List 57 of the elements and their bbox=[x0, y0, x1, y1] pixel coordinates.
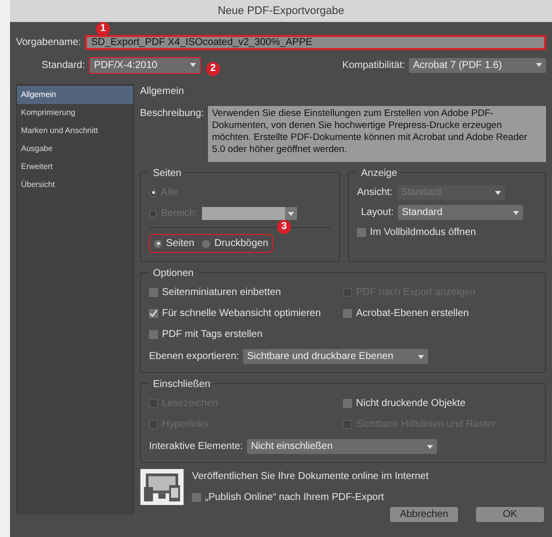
devices-icon bbox=[140, 469, 184, 505]
dropdown[interactable]: Sichtbare und druckbare Ebenen bbox=[243, 349, 428, 364]
dropdown[interactable]: Nicht einschließen bbox=[246, 439, 437, 454]
dropdown[interactable]: PDF/X-4:2010 bbox=[90, 58, 200, 72]
checkbox[interactable] bbox=[149, 330, 158, 339]
checkbox-label: PDF mit Tags erstellen bbox=[162, 328, 262, 342]
checkbox-label: Seitenminiaturen einbetten bbox=[162, 286, 281, 300]
radio-label: Seiten bbox=[166, 237, 194, 251]
caret-icon bbox=[418, 354, 424, 358]
field-label: Standard: bbox=[40, 58, 86, 72]
checkbox[interactable] bbox=[357, 228, 366, 237]
checkbox-label: Acrobat-Ebenen erstellen bbox=[356, 307, 469, 321]
field-label: Layout: bbox=[361, 206, 394, 220]
sidebar-item[interactable]: Ausgabe bbox=[17, 140, 133, 158]
checkbox-label: Nicht druckende Objekte bbox=[356, 397, 466, 411]
name-field[interactable]: SD_Export_PDF X4_ISOcoated_v2_300%_APPE bbox=[85, 34, 546, 50]
window-title: Neue PDF-Exportvorgabe bbox=[218, 4, 344, 19]
range-field[interactable] bbox=[202, 207, 297, 220]
checkbox[interactable] bbox=[192, 493, 201, 502]
dropdown[interactable]: Acrobat 7 (PDF 1.6) bbox=[409, 58, 546, 72]
checkbox-label: Im Vollbildmodus öffnen bbox=[370, 226, 476, 240]
dialog-button[interactable]: OK bbox=[476, 507, 544, 522]
number-badge: 1 bbox=[96, 22, 110, 36]
radio-label: Druckbögen bbox=[214, 237, 268, 251]
caret-icon bbox=[190, 63, 196, 67]
caret-icon bbox=[426, 444, 433, 448]
sidebar-item[interactable]: Erweitert bbox=[17, 158, 133, 176]
checkbox-label: Für schnelle Webansicht optimieren bbox=[162, 307, 321, 321]
checkbox-label: „Publish Online“ nach Ihrem PDF-Export bbox=[205, 491, 384, 505]
sidebar-item[interactable]: Allgemein bbox=[17, 86, 133, 104]
caret-icon bbox=[512, 210, 519, 214]
caret-icon bbox=[494, 190, 501, 194]
field-label: Interaktive Elemente: bbox=[149, 440, 243, 454]
publish-text: Veröffentlichen Sie Ihre Dokumente online im Internet bbox=[192, 470, 429, 484]
field-label: Ansicht: bbox=[357, 186, 393, 200]
checkbox[interactable] bbox=[343, 309, 352, 318]
dropdown[interactable]: Standard bbox=[398, 205, 523, 220]
field-label: Ebenen exportieren: bbox=[149, 350, 240, 364]
dialog-button[interactable]: Abbrechen bbox=[390, 507, 458, 522]
sidebar-item[interactable]: Marken und Anschnitt bbox=[17, 122, 133, 140]
group-title: Anzeige bbox=[357, 166, 402, 181]
caret-icon bbox=[536, 63, 542, 67]
radio-button[interactable] bbox=[154, 240, 162, 248]
section-title: Allgemein bbox=[140, 85, 185, 99]
number-badge: 3 bbox=[277, 220, 291, 234]
group-title: Optionen bbox=[149, 266, 198, 281]
description-box[interactable]: Verwenden Sie diese Einstellungen zum Erstellen von Adobe PDF-Dokumenten, von denen Sie hochwertige Prepress-Drucke erzeugen möchten. Erstellte PDF-Dokumente können mit Acrobat und Adobe Reader 5.0 oder höher geöffnet werden. bbox=[208, 106, 546, 162]
sidebar-item[interactable]: Übersicht bbox=[17, 176, 133, 194]
field-label: Beschreibung: bbox=[140, 107, 204, 121]
field-label: Vorgabename: bbox=[16, 36, 82, 50]
checkbox[interactable] bbox=[343, 399, 352, 408]
radio-button[interactable] bbox=[202, 240, 210, 248]
checkmark-icon bbox=[149, 309, 158, 318]
checkbox[interactable] bbox=[149, 288, 158, 297]
sidebar-item[interactable]: Komprimierung bbox=[17, 104, 133, 122]
number-badge: 2 bbox=[206, 62, 220, 76]
field-label: Kompatibilität: bbox=[342, 58, 405, 72]
